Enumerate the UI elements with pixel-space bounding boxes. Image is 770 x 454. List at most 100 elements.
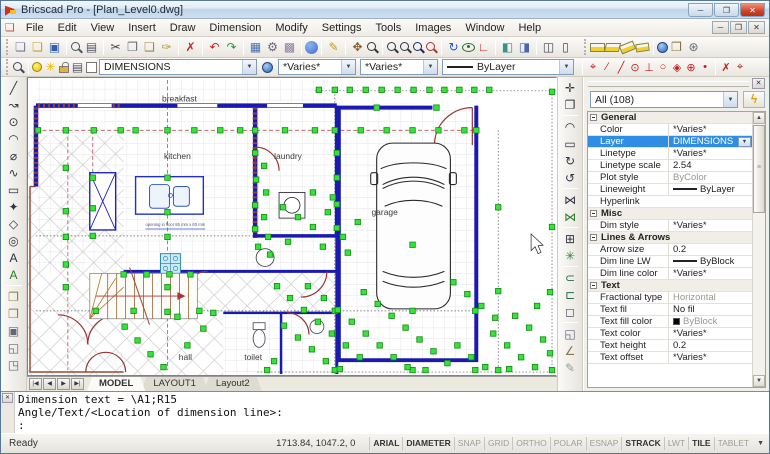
grip-point[interactable]: [363, 87, 368, 92]
maximize-button[interactable]: ❐: [714, 3, 739, 17]
grip-point[interactable]: [63, 128, 68, 133]
modify-chamfer-icon[interactable]: ∠: [562, 342, 579, 359]
modify-rectangle-icon[interactable]: ▭: [562, 135, 579, 152]
draw-mtext-icon[interactable]: A: [5, 266, 22, 283]
draw-order-icon[interactable]: ✎: [325, 39, 342, 56]
grip-point[interactable]: [445, 360, 450, 365]
grip-point[interactable]: [91, 128, 96, 133]
grip-point[interactable]: [549, 367, 554, 372]
grip-point[interactable]: [165, 128, 170, 133]
status-toggle-tile[interactable]: TILE: [688, 437, 713, 450]
snap-perpendicular-icon[interactable]: ⊥: [642, 59, 656, 76]
modify-array-polar-icon[interactable]: ✳: [562, 247, 579, 264]
draw-spline-icon[interactable]: ∿: [5, 164, 22, 181]
grip-point[interactable]: [252, 203, 257, 208]
grip-point[interactable]: [472, 87, 477, 92]
grip-point[interactable]: [93, 308, 98, 313]
visual-style-eye-icon[interactable]: [462, 43, 475, 52]
open-folder-icon[interactable]: ❏: [29, 39, 46, 56]
grip-point[interactable]: [323, 358, 328, 363]
zoom-out-icon[interactable]: [399, 41, 412, 54]
grip-point[interactable]: [265, 234, 270, 239]
mdi-close-button[interactable]: ✕: [748, 21, 765, 34]
property-row[interactable]: Plot styleByColor: [588, 172, 752, 184]
menu-file[interactable]: File: [19, 20, 51, 36]
property-value[interactable]: *Varies*: [668, 352, 752, 363]
grip-point[interactable]: [410, 242, 415, 247]
property-value[interactable]: Horizontal: [668, 292, 752, 303]
grip-point[interactable]: [487, 87, 492, 92]
grip-point[interactable]: [63, 208, 68, 213]
grip-point[interactable]: [305, 283, 310, 288]
grip-point[interactable]: [334, 202, 339, 207]
grip-point[interactable]: [310, 224, 315, 229]
status-toggle-diameter[interactable]: DIAMETER: [402, 437, 453, 450]
grip-point[interactable]: [281, 323, 286, 328]
status-toggle-esnap[interactable]: ESNAP: [586, 437, 622, 450]
grip-point[interactable]: [355, 219, 360, 224]
grip-point[interactable]: [201, 326, 206, 331]
modify-mirror-icon[interactable]: ⋈: [562, 191, 579, 208]
grip-point[interactable]: [374, 105, 379, 110]
grip-point[interactable]: [253, 177, 258, 182]
layer-combobox[interactable]: DIMENSIONS ▼: [99, 59, 257, 75]
redo-icon[interactable]: ↷: [223, 39, 240, 56]
modify-copy-icon[interactable]: ❐: [562, 96, 579, 113]
grip-point[interactable]: [347, 87, 352, 92]
modify-scale-icon[interactable]: ◻: [562, 303, 579, 320]
dim-angular-icon[interactable]: [619, 40, 636, 54]
modify-array-icon[interactable]: ⊞: [562, 230, 579, 247]
snap-clear-icon[interactable]: ✗: [719, 59, 733, 76]
toolbar-grip[interactable]: [6, 59, 10, 75]
dim-edit-icon[interactable]: ❒: [668, 39, 685, 56]
grip-point[interactable]: [534, 303, 539, 308]
grip-point[interactable]: [384, 128, 389, 133]
window-new-icon[interactable]: ▯: [557, 39, 574, 56]
minimize-button[interactable]: ─: [688, 3, 713, 17]
snap-center-icon[interactable]: ⊙: [628, 59, 642, 76]
grip-point[interactable]: [479, 303, 484, 308]
dim-linear-icon[interactable]: [590, 43, 605, 52]
chevron-down-icon[interactable]: ▼: [723, 92, 737, 107]
new-file-icon[interactable]: ❏: [12, 39, 29, 56]
grip-point[interactable]: [330, 195, 335, 200]
grip-point[interactable]: [148, 352, 153, 357]
grip-point[interactable]: [237, 128, 242, 133]
property-value[interactable]: *Varies*: [668, 268, 752, 279]
grip-point[interactable]: [165, 309, 170, 314]
view-3d-a-icon[interactable]: ◧: [499, 39, 516, 56]
property-value[interactable]: *Varies*: [668, 328, 752, 339]
grip-point[interactable]: [549, 89, 554, 94]
grip-point[interactable]: [506, 366, 511, 371]
property-value[interactable]: *Varies*: [668, 124, 752, 135]
grip-point[interactable]: [410, 308, 415, 313]
collapse-icon[interactable]: [590, 234, 597, 241]
grip-point[interactable]: [192, 128, 197, 133]
grip-point[interactable]: [410, 128, 415, 133]
grip-point[interactable]: [357, 355, 362, 360]
grip-point[interactable]: [547, 351, 552, 356]
format-brush-icon[interactable]: ✑: [158, 39, 175, 56]
draw-polygon-icon[interactable]: ◇: [5, 215, 22, 232]
print-icon[interactable]: ▤: [83, 39, 100, 56]
grip-point[interactable]: [490, 331, 495, 336]
chevron-down-icon[interactable]: ▼: [423, 60, 437, 74]
modify-move-icon[interactable]: ✛: [562, 79, 579, 96]
quick-select-icon[interactable]: ϟ: [743, 91, 765, 108]
grip-point[interactable]: [188, 272, 193, 277]
property-row[interactable]: Dim line color*Varies*: [588, 268, 752, 280]
grip-point[interactable]: [167, 272, 172, 277]
grip-point[interactable]: [375, 301, 380, 306]
grip-point[interactable]: [165, 234, 170, 239]
grip-point[interactable]: [518, 355, 523, 360]
modify-mirror-3d-icon[interactable]: ⋈: [562, 208, 579, 225]
grip-point[interactable]: [492, 315, 497, 320]
grip-point[interactable]: [165, 284, 170, 289]
grip-point[interactable]: [301, 307, 306, 312]
grip-point[interactable]: [462, 128, 467, 133]
grip-point[interactable]: [532, 364, 537, 369]
window-tile-icon[interactable]: ◫: [540, 39, 557, 56]
grip-point[interactable]: [361, 289, 366, 294]
tab-nav-button[interactable]: ▶: [57, 378, 70, 390]
panel-close-icon[interactable]: ✕: [752, 78, 765, 89]
